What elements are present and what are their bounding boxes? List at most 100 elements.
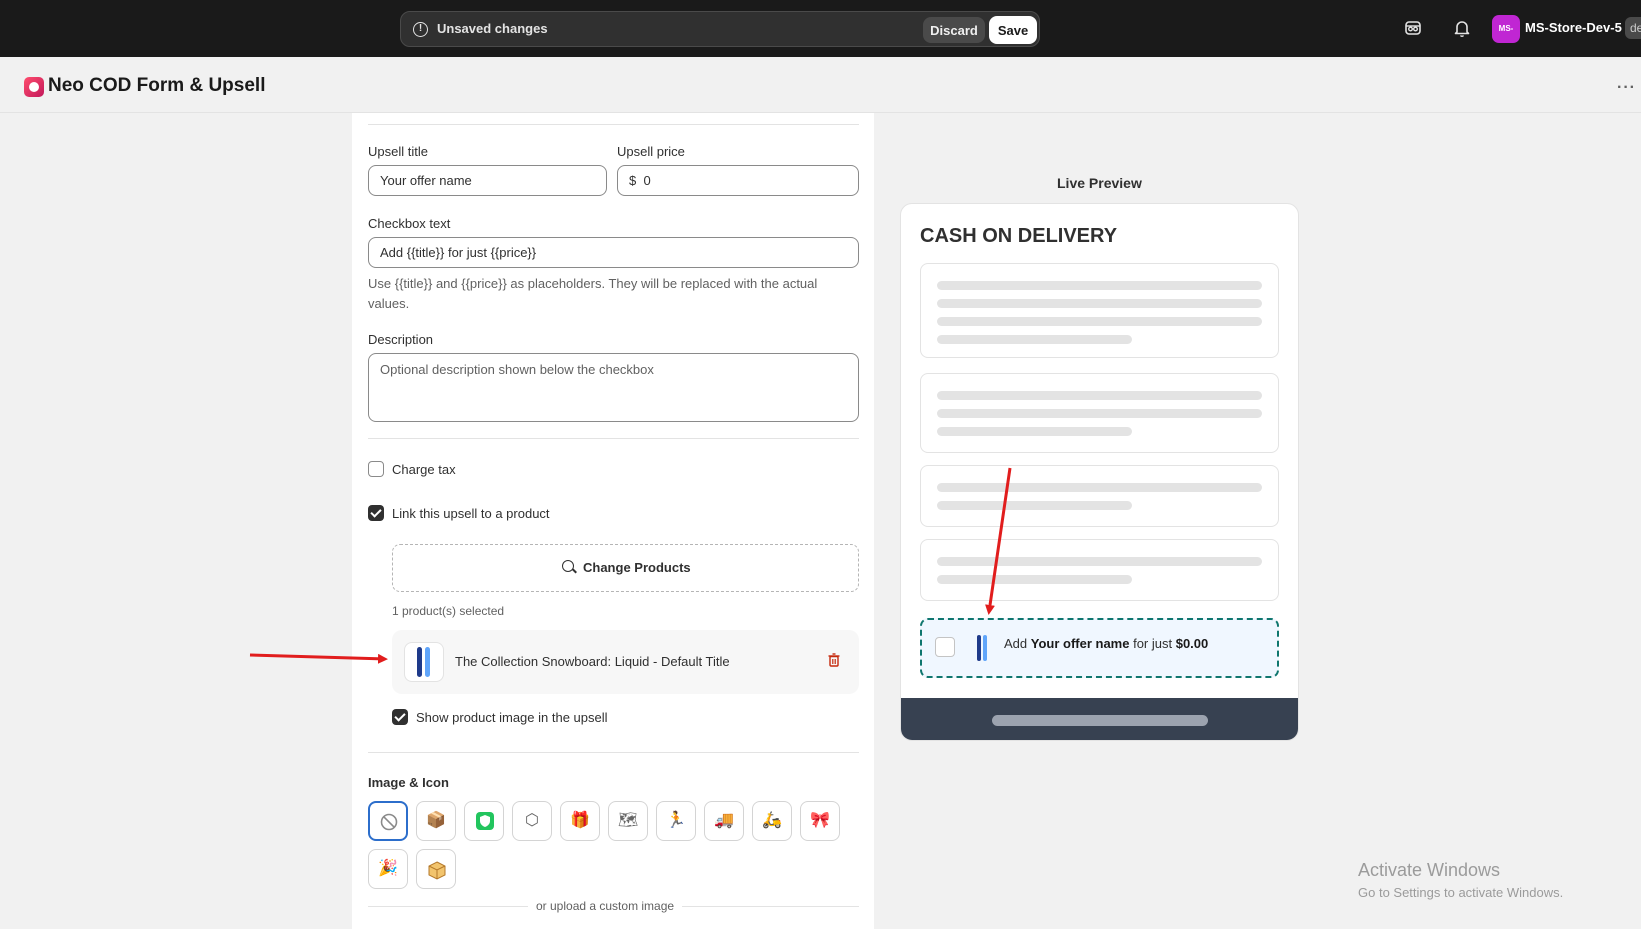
skeleton-line [937,427,1132,436]
admin-topbar: ! Unsaved changes Discard Save MS- MS-St… [0,0,1641,57]
upsell-title: Your offer name [1030,636,1130,651]
upsell-middle: for just [1129,636,1176,651]
skeleton-block [920,465,1279,527]
upsell-title-label: Upsell title [368,144,428,159]
change-products-label: Change Products [583,560,691,575]
trash-icon[interactable] [828,653,840,667]
skeleton-line [937,317,1262,326]
delivery-icon: 🛵 [762,812,782,829]
package-shield-icon: 📦 [426,812,446,829]
skeleton-line [937,409,1262,418]
none-icon-option[interactable] [368,801,408,841]
live-preview-card: CASH ON DELIVERY Add Your offer name for… [900,203,1299,741]
parcel-icon-option[interactable] [416,849,456,889]
app-title: Neo COD Form & Upsell [48,75,266,96]
runner-icon-option[interactable]: 🏃 [656,801,696,841]
windows-activation-title: Activate Windows [1358,860,1501,880]
store-avatar[interactable]: MS- [1492,15,1520,43]
truck-icon: 🚚 [714,812,734,829]
upsell-title-input[interactable]: Your offer name [368,165,607,196]
store-name[interactable]: MS-Store-Dev-5 [1525,20,1622,35]
truck-icon-option[interactable]: 🚚 [704,801,744,841]
description-textarea[interactable]: Optional description shown below the che… [368,353,859,422]
checkbox-text-input[interactable]: Add {{title}} for just {{price}} [368,237,859,268]
charge-tax-checkbox[interactable] [368,461,384,477]
box-check-icon-option[interactable]: ⬡ [512,801,552,841]
upsell-price-label: Upsell price [617,144,685,159]
gift-box-icon: 🎁 [570,812,590,829]
gift-box-icon-option[interactable]: 🎁 [560,801,600,841]
snowboard-image [417,647,422,677]
app-logo-icon [24,77,44,97]
upsell-price-input[interactable]: $ 0 [617,165,859,196]
package-shield-icon-option[interactable]: 📦 [416,801,456,841]
unsaved-message: Unsaved changes [437,21,548,36]
link-product-label[interactable]: Link this upsell to a product [392,506,550,521]
snowboard-image [425,647,430,677]
preview-upsell-text: Add Your offer name for just $0.00 [1004,636,1208,651]
product-thumbnail [404,642,444,682]
runner-icon: 🏃 [666,812,686,829]
skeleton-line [937,281,1262,290]
preview-upsell-offer: Add Your offer name for just $0.00 [920,618,1279,678]
product-name: The Collection Snowboard: Liquid - Defau… [455,654,730,669]
divider [368,124,859,125]
gift-icon: 🎀 [810,812,830,829]
none-icon [380,813,398,831]
skeleton-line [937,391,1262,400]
preview-submit-area [901,698,1298,740]
skeleton-line [937,575,1132,584]
upsell-price-value: 0 [643,173,651,188]
charge-tax-label[interactable]: Charge tax [392,462,456,477]
description-label: Description [368,332,434,347]
skeleton-block [920,373,1279,453]
save-button[interactable]: Save [989,16,1037,44]
more-actions-button[interactable]: ··· [1617,79,1636,97]
store-switcher[interactable]: de [1625,17,1641,39]
skeleton-line [937,335,1132,344]
map-icon: 🗺 [617,812,639,829]
present-icon-option[interactable]: 🎉 [368,849,408,889]
image-icon-title: Image & Icon [368,775,449,790]
divider [368,752,859,753]
bell-icon[interactable] [1452,18,1472,38]
shield-check-icon [476,812,494,830]
upsell-prefix: Add [1004,636,1031,651]
upsell-price: $0.00 [1175,636,1209,651]
upsell-settings-card: Upsell title Your offer name Upsell pric… [352,113,874,929]
show-image-label[interactable]: Show product image in the upsell [416,710,608,725]
box-check-icon: ⬡ [525,812,539,829]
discard-button[interactable]: Discard [923,17,985,43]
incognito-icon[interactable] [1403,18,1423,38]
info-icon: ! [413,22,428,37]
parcel-icon [428,861,446,880]
present-icon: 🎉 [378,860,398,877]
delivery-icon-option[interactable]: 🛵 [752,801,792,841]
selected-count: 1 product(s) selected [392,604,505,618]
search-icon [562,560,574,572]
skeleton-button [992,715,1208,726]
skeleton-block [920,539,1279,601]
checkbox-text-label: Checkbox text [368,216,451,231]
gift-icon-option[interactable]: 🎀 [800,801,840,841]
selected-product-row: The Collection Snowboard: Liquid - Defau… [392,630,859,694]
snowboard-image [977,635,987,661]
divider [368,438,859,439]
shield-check-icon-option[interactable] [464,801,504,841]
show-image-checkbox[interactable] [392,709,408,725]
contextual-save-bar: ! Unsaved changes Discard Save [400,11,1040,47]
preview-upsell-checkbox[interactable] [935,637,955,657]
skeleton-line [937,557,1262,566]
upload-custom-image-link[interactable]: or upload a custom image [528,899,683,913]
link-product-checkbox[interactable] [368,505,384,521]
skeleton-line [937,483,1262,492]
windows-activation-subtitle: Go to Settings to activate Windows. [1358,885,1564,900]
map-icon-option[interactable]: 🗺 [608,801,648,841]
app-header: Neo COD Form & Upsell ··· [0,57,1641,113]
preview-heading: CASH ON DELIVERY [920,225,1118,247]
skeleton-line [937,501,1132,510]
currency-prefix: $ [629,173,637,188]
skeleton-block [920,263,1279,358]
live-preview-label: Live Preview [1057,175,1142,191]
change-products-button[interactable]: Change Products [392,544,859,592]
